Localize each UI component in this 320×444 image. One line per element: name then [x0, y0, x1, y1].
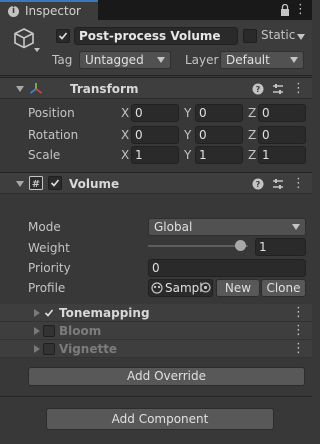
- tab-inspector[interactable]: i Inspector: [0, 0, 98, 20]
- transform-header[interactable]: [0, 77, 312, 99]
- scale-z-field[interactable]: 1: [258, 146, 306, 164]
- help-icon[interactable]: ?: [252, 83, 264, 95]
- scale-label: Scale: [28, 148, 61, 162]
- rotation-label: Rotation: [28, 128, 79, 142]
- chevron-down-icon: [157, 57, 165, 63]
- static-checkbox[interactable]: [243, 29, 257, 43]
- check-icon: [58, 32, 68, 40]
- chevron-down-icon: [292, 224, 300, 230]
- tag-value: Untagged: [85, 53, 144, 67]
- position-y-field[interactable]: 0: [195, 104, 243, 122]
- weight-label: Weight: [28, 241, 70, 255]
- check-icon: [50, 179, 60, 187]
- mode-value: Global: [154, 220, 193, 234]
- override-menu-icon[interactable]: ⋮: [292, 306, 305, 320]
- object-picker-icon[interactable]: [200, 282, 211, 293]
- add-override-button[interactable]: Add Override: [28, 367, 305, 386]
- position-z-field[interactable]: 0: [258, 104, 306, 122]
- weight-slider-track[interactable]: [148, 245, 248, 247]
- position-label: Position: [28, 106, 75, 120]
- override-label-bloom: Bloom: [59, 324, 102, 338]
- tag-dropdown[interactable]: Untagged: [79, 51, 171, 69]
- vignette-checkbox[interactable]: [43, 343, 55, 355]
- profile-label: Profile: [28, 281, 66, 295]
- bloom-checkbox[interactable]: [43, 325, 55, 337]
- weight-slider-thumb[interactable]: [234, 240, 246, 251]
- tab-title: Inspector: [25, 4, 81, 18]
- transform-title: Transform: [70, 82, 139, 96]
- profile-value: Sampl: [165, 281, 203, 295]
- axis-y-label: Y: [184, 106, 192, 120]
- override-menu-icon[interactable]: ⋮: [292, 342, 305, 356]
- override-label-tonemapping: Tonemapping: [59, 306, 150, 320]
- volume-title: Volume: [69, 177, 120, 191]
- static-dropdown-arrow-icon[interactable]: [297, 34, 305, 40]
- add-component-button[interactable]: Add Component: [46, 408, 274, 430]
- component-menu-icon[interactable]: ⋮: [292, 82, 305, 96]
- scale-x-field[interactable]: 1: [131, 146, 179, 164]
- priority-label: Priority: [28, 261, 71, 275]
- layer-label: Layer: [185, 53, 219, 67]
- presets-icon[interactable]: [272, 83, 284, 95]
- foldout-arrow-icon[interactable]: [34, 309, 40, 317]
- rotation-z-field[interactable]: 0: [258, 126, 306, 144]
- help-icon[interactable]: ?: [252, 178, 264, 190]
- rotation-x-field[interactable]: 0: [131, 126, 179, 144]
- active-checkbox[interactable]: [56, 29, 70, 43]
- axis-x-label: X: [121, 148, 130, 162]
- tag-label: Tag: [52, 53, 73, 67]
- static-label: Static: [261, 28, 296, 42]
- mode-dropdown[interactable]: Global: [148, 218, 306, 236]
- override-menu-icon[interactable]: ⋮: [292, 324, 305, 338]
- check-icon[interactable]: [44, 308, 54, 318]
- new-profile-button[interactable]: New: [216, 279, 260, 297]
- foldout-arrow-icon[interactable]: [16, 86, 24, 92]
- axis-z-label: Z: [248, 148, 257, 162]
- rotation-y-field[interactable]: 0: [195, 126, 243, 144]
- transform-axis-icon: [30, 83, 42, 94]
- axis-y-label: Y: [184, 128, 192, 142]
- mode-label: Mode: [28, 220, 61, 234]
- clone-profile-button[interactable]: Clone: [261, 279, 306, 297]
- position-x-field[interactable]: 0: [131, 104, 179, 122]
- presets-icon[interactable]: [272, 178, 284, 190]
- tab-menu-icon[interactable]: ⋮: [294, 2, 307, 18]
- profile-asset-icon: [151, 282, 163, 294]
- weight-field[interactable]: 1: [255, 238, 306, 256]
- scale-y-field[interactable]: 1: [195, 146, 243, 164]
- axis-y-label: Y: [184, 148, 192, 162]
- volume-enabled-checkbox[interactable]: [48, 176, 62, 190]
- axis-x-label: X: [121, 128, 130, 142]
- axis-z-label: Z: [248, 128, 257, 142]
- svg-text:#: #: [32, 179, 40, 190]
- svg-text:?: ?: [256, 180, 261, 189]
- priority-field[interactable]: 0: [148, 259, 306, 277]
- axis-z-label: Z: [248, 106, 257, 120]
- foldout-arrow-icon[interactable]: [34, 345, 40, 353]
- object-name-input[interactable]: Post-process Volume: [74, 27, 238, 45]
- layer-dropdown[interactable]: Default: [220, 51, 304, 69]
- foldout-arrow-icon[interactable]: [16, 181, 24, 187]
- gameobject-icon[interactable]: [14, 27, 40, 53]
- override-label-vignette: Vignette: [59, 342, 118, 356]
- svg-text:?: ?: [256, 85, 261, 94]
- script-icon: #: [29, 176, 43, 190]
- axis-x-label: X: [121, 106, 130, 120]
- volume-header[interactable]: [0, 172, 312, 194]
- foldout-arrow-icon[interactable]: [34, 327, 40, 335]
- info-icon: i: [8, 5, 19, 17]
- chevron-down-icon: [290, 57, 298, 63]
- divider: [0, 396, 312, 397]
- component-menu-icon[interactable]: ⋮: [292, 177, 305, 191]
- lock-icon[interactable]: [280, 4, 290, 16]
- layer-value: Default: [226, 53, 270, 67]
